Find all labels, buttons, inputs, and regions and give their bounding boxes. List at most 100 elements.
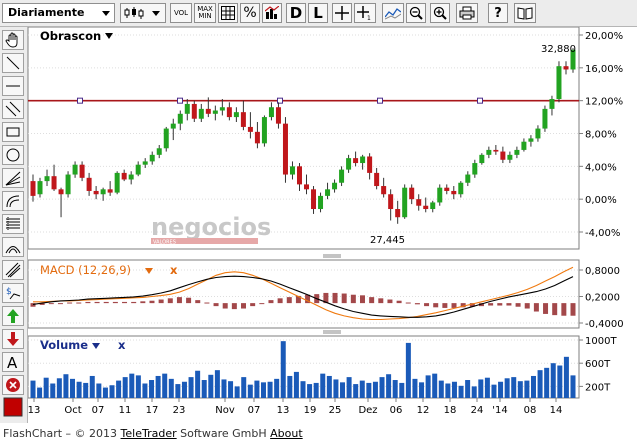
volume-bar [208, 374, 214, 398]
panel-splitter[interactable] [323, 330, 341, 334]
rectangle-tool-button[interactable] [2, 122, 24, 142]
period-select[interactable]: Diariamente [2, 3, 115, 23]
fibonacci-arc-tool-button[interactable] [2, 237, 24, 257]
text-tool-button[interactable]: A [2, 352, 24, 372]
svg-text:1: 1 [367, 15, 371, 20]
candlestick-icon [124, 7, 160, 19]
volume-bar [162, 373, 168, 398]
candle-body [346, 158, 352, 170]
circle-tool-button[interactable] [2, 145, 24, 165]
line-handle[interactable] [77, 97, 83, 104]
candle-body [121, 172, 127, 180]
zoom-in-button[interactable] [430, 3, 450, 23]
candle-body [563, 66, 569, 70]
circle-icon [6, 148, 20, 162]
instrument-title[interactable]: Obrascon [40, 29, 101, 43]
volume-bar [451, 381, 457, 398]
fibonacci-tool-button[interactable] [2, 214, 24, 234]
buy-signal-button[interactable] [2, 306, 24, 326]
candle-body [444, 187, 450, 191]
macd-histogram-bar [524, 303, 530, 309]
volume-bar [221, 379, 227, 398]
manual-button[interactable] [514, 3, 536, 23]
price-tick-label: 4,00% [585, 162, 617, 173]
channel-tool-button[interactable] [2, 99, 24, 119]
line-tool-button[interactable] [2, 53, 24, 73]
volume-bar [537, 370, 543, 398]
help-button[interactable]: ? [488, 3, 508, 23]
crosshair-label-button[interactable]: 1 [354, 3, 376, 23]
price-tick-label: 8,00% [585, 130, 617, 141]
gann-tool-button[interactable] [2, 260, 24, 280]
pan-tool-button[interactable] [2, 30, 24, 50]
volume-bar [511, 377, 517, 398]
color-picker-button[interactable] [2, 397, 24, 417]
macd-histogram-bar [140, 301, 146, 304]
compare-button[interactable] [262, 3, 282, 23]
candle-body [311, 189, 317, 210]
volume-bar [280, 341, 286, 398]
candle-body [549, 99, 555, 109]
volume-bar [96, 383, 102, 398]
gann-lines-icon [5, 262, 21, 278]
line-handle[interactable] [377, 97, 383, 104]
linear-scale-button[interactable]: L [308, 3, 328, 23]
candle-body [198, 108, 204, 119]
crosshair-button[interactable] [332, 3, 352, 23]
price-panel[interactable] [28, 27, 580, 250]
macd-histogram-bar [222, 303, 228, 309]
volume-bar [333, 379, 339, 398]
candle-body [163, 128, 169, 149]
fan-lines-icon [5, 171, 21, 186]
print-button[interactable] [456, 3, 478, 23]
drawing-tools: $ A [0, 27, 28, 423]
delete-drawings-button[interactable] [2, 375, 24, 395]
volume-bar [155, 375, 161, 398]
volume-close-button[interactable]: x [118, 338, 126, 352]
volume-bar [43, 377, 49, 398]
daily-scale-button[interactable]: D [286, 3, 306, 23]
hand-icon [5, 32, 18, 48]
volume-bar [307, 384, 313, 398]
macd-histogram-bar [259, 303, 265, 305]
high-annotation: 32,880 [541, 44, 576, 55]
macd-title[interactable]: MACD (12,26,9) [40, 263, 131, 277]
chart-area[interactable]: negocios VALORES Obrascon 32,880 27,445 … [28, 27, 637, 423]
arc-tool-button[interactable] [2, 191, 24, 211]
indicator-tool-button[interactable]: $ [2, 283, 24, 303]
sell-signal-button[interactable] [2, 329, 24, 349]
macd-histogram-bar [341, 293, 347, 304]
horizontal-line-tool-button[interactable] [2, 76, 24, 96]
macd-histogram-bar [561, 303, 567, 316]
macd-histogram-bar [332, 292, 338, 304]
candle-body [37, 181, 43, 195]
max-min-button[interactable]: MAX MIN [194, 3, 216, 23]
time-tick-label: 25 [329, 405, 342, 416]
percent-toggle-button[interactable]: % [240, 3, 260, 23]
line-handle[interactable] [177, 97, 183, 104]
diagonal-line-icon [6, 56, 20, 70]
volume-bar [135, 375, 141, 398]
teletrader-link[interactable]: TeleTrader [121, 427, 177, 440]
volume-bar [142, 383, 148, 398]
panel-splitter[interactable] [323, 254, 341, 258]
grid-toggle-button[interactable] [218, 3, 238, 23]
candle-body [521, 141, 527, 150]
macd-histogram-bar [286, 297, 292, 304]
price-tick-label: 12,00% [585, 97, 623, 108]
volume-toggle-button[interactable]: VOL [170, 3, 192, 23]
macd-close-button[interactable]: x [170, 263, 178, 277]
volume-bar [89, 375, 95, 398]
candle-body [261, 117, 267, 144]
volume-bar [254, 380, 260, 398]
draw-line-button[interactable] [382, 3, 404, 23]
chart-type-button[interactable] [120, 3, 166, 23]
low-annotation: 27,445 [370, 235, 405, 246]
candle-body [30, 181, 36, 196]
zoom-out-button[interactable] [406, 3, 426, 23]
about-link[interactable]: About [270, 427, 303, 440]
volume-bar [471, 386, 477, 398]
volume-title[interactable]: Volume [40, 338, 88, 352]
fan-tool-button[interactable] [2, 168, 24, 188]
line-handle[interactable] [477, 97, 483, 104]
